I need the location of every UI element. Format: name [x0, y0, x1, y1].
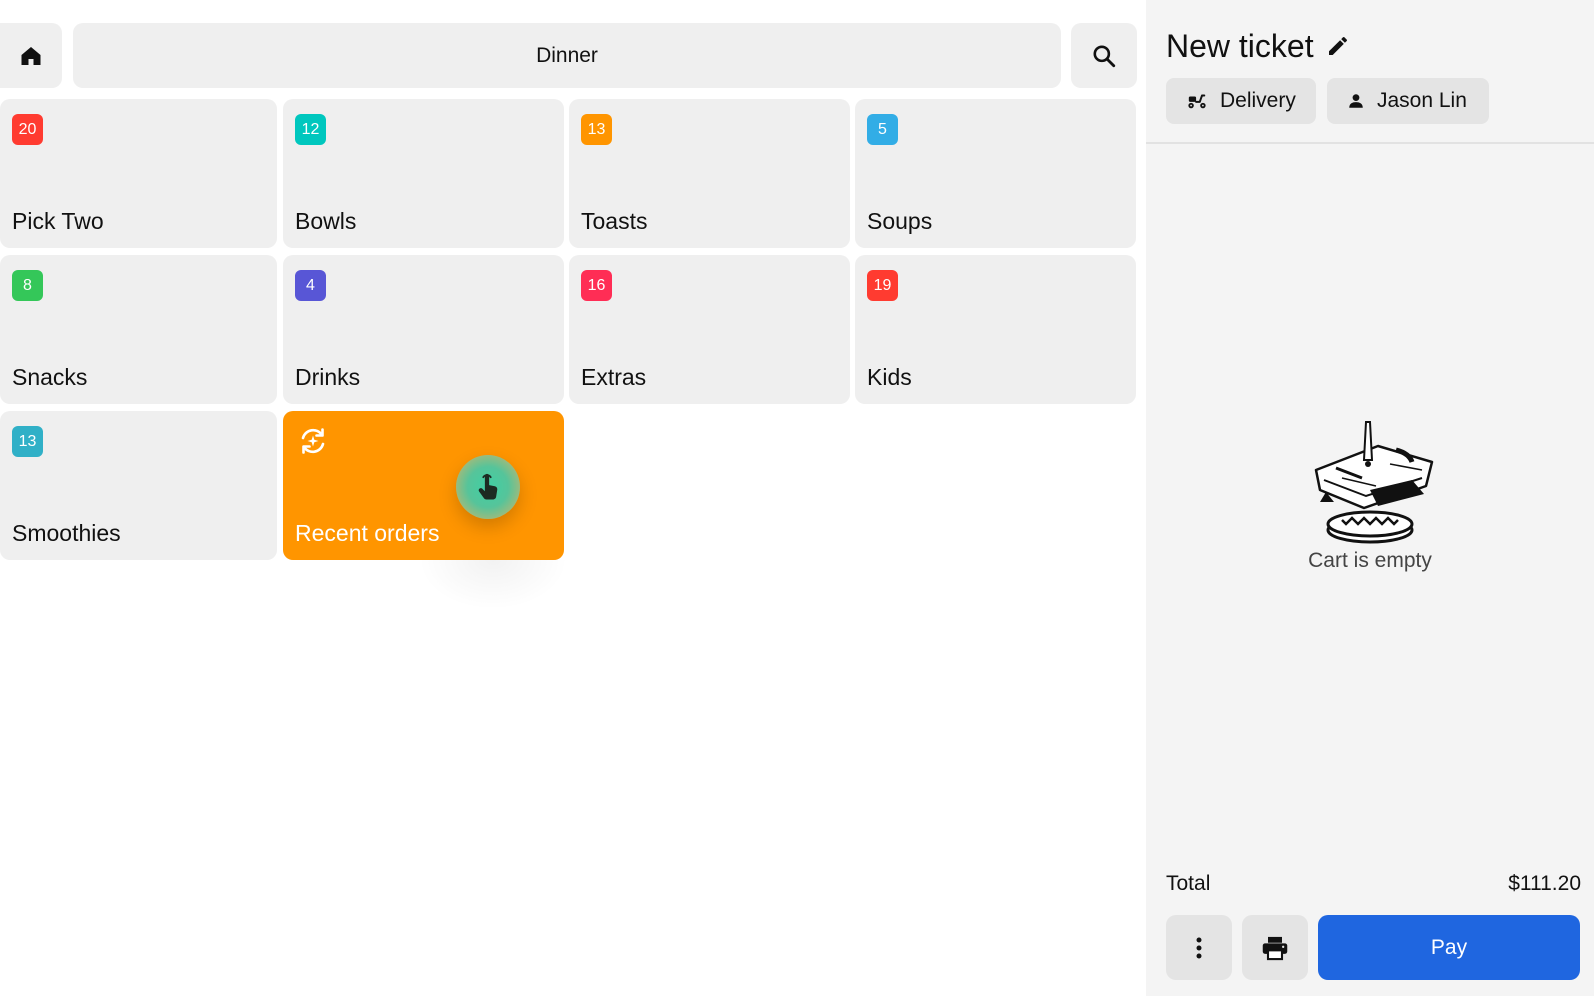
customer-name: Jason Lin	[1377, 89, 1467, 112]
home-button[interactable]	[0, 23, 62, 88]
item-count-badge: 13	[12, 426, 43, 457]
category-tile-snacks[interactable]: 8 Snacks	[0, 255, 277, 404]
order-type-label: Delivery	[1220, 89, 1296, 112]
category-tile-smoothies[interactable]: 13 Smoothies	[0, 411, 277, 560]
person-icon	[1349, 94, 1363, 108]
item-count-badge: 20	[12, 114, 43, 145]
category-label: Soups	[867, 208, 933, 234]
item-count-badge: 8	[12, 270, 43, 301]
category-label: Pick Two	[12, 208, 104, 234]
category-tile-toasts[interactable]: 13 Toasts	[569, 99, 850, 248]
divider	[1146, 142, 1594, 144]
total-value: $111.20	[1508, 872, 1581, 895]
ticket-title: New ticket	[1166, 28, 1314, 64]
category-label: Snacks	[12, 364, 88, 390]
item-count-badge: 12	[295, 114, 326, 145]
ticket-panel: New ticket Delivery Jason Lin Cart is em…	[1146, 0, 1594, 996]
item-count-badge: 19	[867, 270, 898, 301]
empty-cart-illustration	[1306, 420, 1434, 553]
category-tile-drinks[interactable]: 4 Drinks	[283, 255, 564, 404]
category-label: Drinks	[295, 364, 361, 390]
category-label: Toasts	[581, 208, 648, 234]
category-label: Kids	[867, 364, 912, 390]
category-label: Extras	[581, 364, 647, 390]
search-button[interactable]	[1071, 23, 1137, 88]
home-icon	[21, 46, 41, 65]
category-tile-bowls[interactable]: 12 Bowls	[283, 99, 564, 248]
category-tile-extras[interactable]: 16 Extras	[569, 255, 850, 404]
hand-pointer-icon	[478, 473, 498, 500]
printer-icon	[1262, 936, 1288, 960]
search-icon	[1093, 44, 1116, 67]
menu-title-bar[interactable]: Dinner	[73, 23, 1061, 88]
pay-button[interactable]: Pay	[1318, 915, 1580, 980]
category-tile-soups[interactable]: 5 Soups	[855, 99, 1136, 248]
print-button[interactable]	[1242, 915, 1308, 980]
total-label: Total	[1166, 872, 1211, 895]
item-count-badge: 4	[295, 270, 326, 301]
recent-orders-label: Recent orders	[295, 520, 440, 546]
item-count-badge: 5	[867, 114, 898, 145]
tile-shadow	[418, 560, 568, 610]
category-tile-kids[interactable]: 19 Kids	[855, 255, 1136, 404]
touch-indicator	[456, 455, 520, 519]
menu-title: Dinner	[536, 43, 598, 67]
category-tile-pick-two[interactable]: 20 Pick Two	[0, 99, 277, 248]
pencil-icon[interactable]	[1326, 34, 1350, 63]
scooter-icon	[1188, 94, 1206, 109]
pay-label: Pay	[1430, 935, 1468, 959]
category-label: Smoothies	[12, 520, 121, 546]
category-label: Bowls	[295, 208, 357, 234]
empty-cart-message: Cart is empty	[1308, 549, 1432, 572]
item-count-badge: 16	[581, 270, 612, 301]
recent-orders-icon	[297, 425, 329, 462]
customer-button[interactable]: Jason Lin	[1327, 78, 1489, 124]
more-options-button[interactable]	[1166, 915, 1232, 980]
more-vertical-icon	[1196, 937, 1202, 958]
order-type-button[interactable]: Delivery	[1166, 78, 1316, 124]
item-count-badge: 13	[581, 114, 612, 145]
recent-orders-tile[interactable]: Recent orders	[283, 411, 564, 560]
